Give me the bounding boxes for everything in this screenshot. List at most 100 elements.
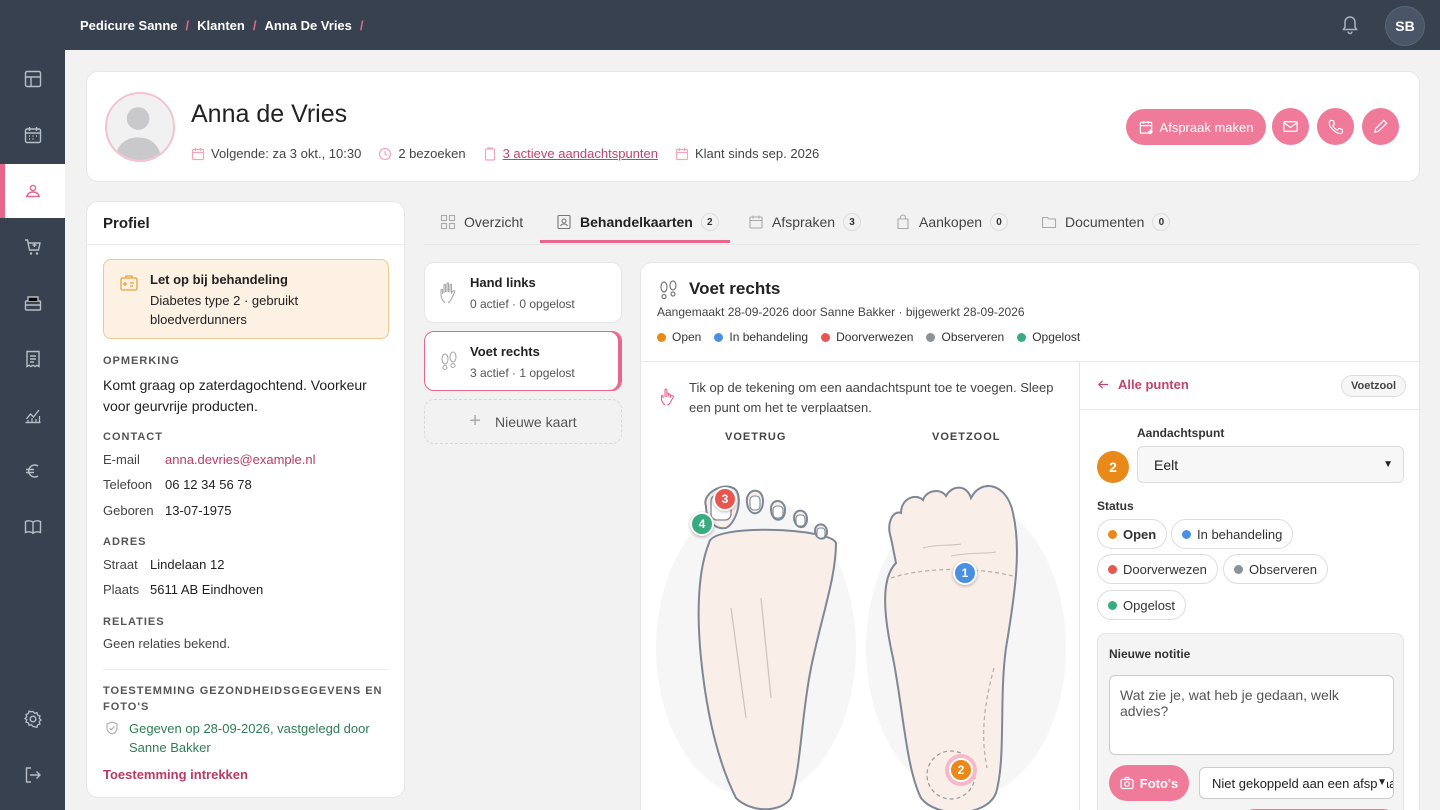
pencil-icon [1373, 119, 1388, 134]
map-title: Voet rechts [689, 279, 781, 298]
tab-label: Behandelkaarten [580, 214, 693, 230]
sidebar-item-reports[interactable] [0, 388, 65, 442]
email-link[interactable]: anna.devries@example.nl [165, 452, 316, 467]
status-option-observe[interactable]: Observeren [1223, 554, 1328, 584]
sidebar-item-invoices[interactable] [0, 332, 65, 386]
status-option-in-treatment[interactable]: In behandeling [1171, 519, 1294, 549]
attention-marker-selected[interactable]: 2 [949, 758, 973, 782]
calendar-icon [24, 127, 41, 144]
status-option-open[interactable]: Open [1097, 519, 1168, 549]
legend-label: Observeren [941, 330, 1005, 344]
status-dot [1234, 564, 1243, 574]
sidebar-item-logout[interactable] [0, 748, 65, 802]
new-card-button[interactable]: + Nieuwe kaart [424, 399, 622, 444]
divider [1079, 361, 1080, 810]
attention-marker[interactable]: 1 [953, 561, 977, 585]
legend-dot [821, 332, 831, 342]
all-points-link[interactable]: Alle punten [1097, 377, 1189, 392]
arrow-left-icon [1098, 380, 1109, 389]
revoke-consent-link[interactable]: Toestemming intrekken [103, 767, 248, 782]
logout-icon [25, 767, 41, 783]
map-hint: Tik op de tekening om een aandachtspunt … [689, 380, 1054, 415]
call-button[interactable] [1317, 108, 1354, 145]
foot-diagram[interactable] [651, 468, 1071, 810]
email-button[interactable] [1272, 108, 1309, 145]
street-value: Lindelaan 12 [150, 557, 225, 572]
contact-heading: CONTACT [103, 431, 163, 443]
bell-icon[interactable] [1340, 15, 1360, 35]
tab-documents[interactable]: Documenten 0 [1041, 201, 1171, 243]
breadcrumb-item[interactable]: Klanten [197, 18, 245, 33]
legend-label: Doorverwezen [836, 330, 914, 344]
shield-check-icon [106, 721, 118, 735]
sidebar-item-dashboard[interactable] [0, 52, 65, 106]
make-appointment-button[interactable]: Afspraak maken [1126, 109, 1266, 145]
relations-text: Geen relaties bekend. [103, 636, 231, 651]
sidebar-item-clients[interactable] [0, 164, 65, 218]
active-points-link[interactable]: 3 actieve aandachtspunten [503, 146, 658, 161]
point-type-select[interactable]: Eelt ▼ [1137, 446, 1404, 483]
city-label: Plaats [103, 582, 140, 597]
tab-overview[interactable]: Overzicht [440, 201, 523, 243]
chart-icon [25, 409, 40, 424]
status-option-referred[interactable]: Doorverwezen [1097, 554, 1218, 584]
sidebar-item-finance[interactable] [0, 444, 65, 498]
tab-treatment-cards[interactable]: Behandelkaarten 2 [556, 201, 719, 243]
status-legend: Open In behandeling Doorverwezen Observe… [657, 330, 1093, 344]
born-label: Geboren [103, 503, 154, 518]
legend-item: Open [657, 330, 701, 344]
clipboard-icon [484, 146, 495, 161]
sidebar-item-settings[interactable] [0, 692, 65, 746]
edit-button[interactable] [1362, 108, 1399, 145]
legend-item: Opgelost [1017, 330, 1080, 344]
client-meta: Volgende: za 3 okt., 10:30 2 bezoeken 3 … [191, 146, 836, 161]
divider [87, 244, 404, 245]
tab-purchases[interactable]: Aankopen 0 [895, 201, 1009, 243]
point-number: 2 [1097, 451, 1129, 483]
tab-label: Overzicht [464, 214, 524, 230]
client-since: Klant sinds sep. 2026 [694, 146, 820, 161]
address-heading: ADRES [103, 536, 147, 548]
chevron-down-icon: ▼ [1383, 459, 1393, 470]
user-avatar[interactable]: SB [1385, 6, 1425, 46]
calendar-plus-icon [1139, 120, 1153, 134]
sole-view-label: VOETZOOL [932, 431, 1001, 443]
tab-appointments[interactable]: Afspraken 3 [748, 201, 862, 243]
tab-count-badge: 0 [990, 213, 1009, 231]
appointment-link-select[interactable]: Niet gekoppeld aan een afspraak ▼ [1199, 767, 1394, 799]
breadcrumb-separator: / [185, 17, 190, 33]
new-note-panel: Nieuwe notitie Wat zie je, wat heb je ge… [1097, 633, 1404, 810]
divider [641, 361, 1419, 362]
attention-marker[interactable]: 3 [713, 487, 737, 511]
status-option-label: Observeren [1249, 561, 1317, 577]
hand-icon [440, 282, 456, 304]
sidebar-item-calendar[interactable] [0, 108, 65, 162]
legend-dot [657, 332, 666, 342]
photos-button[interactable]: Foto's [1109, 765, 1189, 801]
email-label: E-mail [103, 452, 140, 467]
sidebar-item-shop[interactable] [0, 220, 65, 274]
grid-icon [440, 214, 456, 230]
status-option-resolved[interactable]: Opgelost [1097, 590, 1187, 620]
folder-icon [1041, 216, 1057, 229]
attention-marker[interactable]: 4 [690, 512, 714, 536]
status-label: Status [1097, 499, 1134, 513]
card-name: Hand links [470, 275, 536, 290]
sidebar-item-knowledge[interactable] [0, 500, 65, 554]
remark-text: Komt graag op zaterdagochtend. Voorkeur … [103, 377, 367, 414]
consent-text: Gegeven op 28-09-2026, vastgelegd door S… [129, 721, 370, 755]
clients-icon [25, 184, 40, 198]
card-foot-right[interactable]: Voet rechts 3 actief · 1 opgelost [424, 331, 622, 391]
status-option-label: Opgelost [1123, 597, 1176, 613]
map-subtitle: Aangemaakt 28-09-2026 door Sanne Bakker … [657, 305, 1025, 319]
breadcrumb-item[interactable]: Pedicure Sanne [80, 18, 178, 33]
card-hand-left[interactable]: Hand links 0 actief · 0 opgelost [424, 262, 622, 323]
client-name: Anna de Vries [191, 100, 348, 128]
euro-icon [25, 464, 38, 478]
breadcrumb-item[interactable]: Anna De Vries [264, 18, 351, 33]
cart-icon [24, 239, 41, 255]
receipt-icon [25, 350, 40, 368]
camera-icon [1120, 776, 1134, 790]
note-textarea[interactable]: Wat zie je, wat heb je gedaan, welk advi… [1109, 675, 1394, 755]
sidebar-item-register[interactable] [0, 276, 65, 330]
